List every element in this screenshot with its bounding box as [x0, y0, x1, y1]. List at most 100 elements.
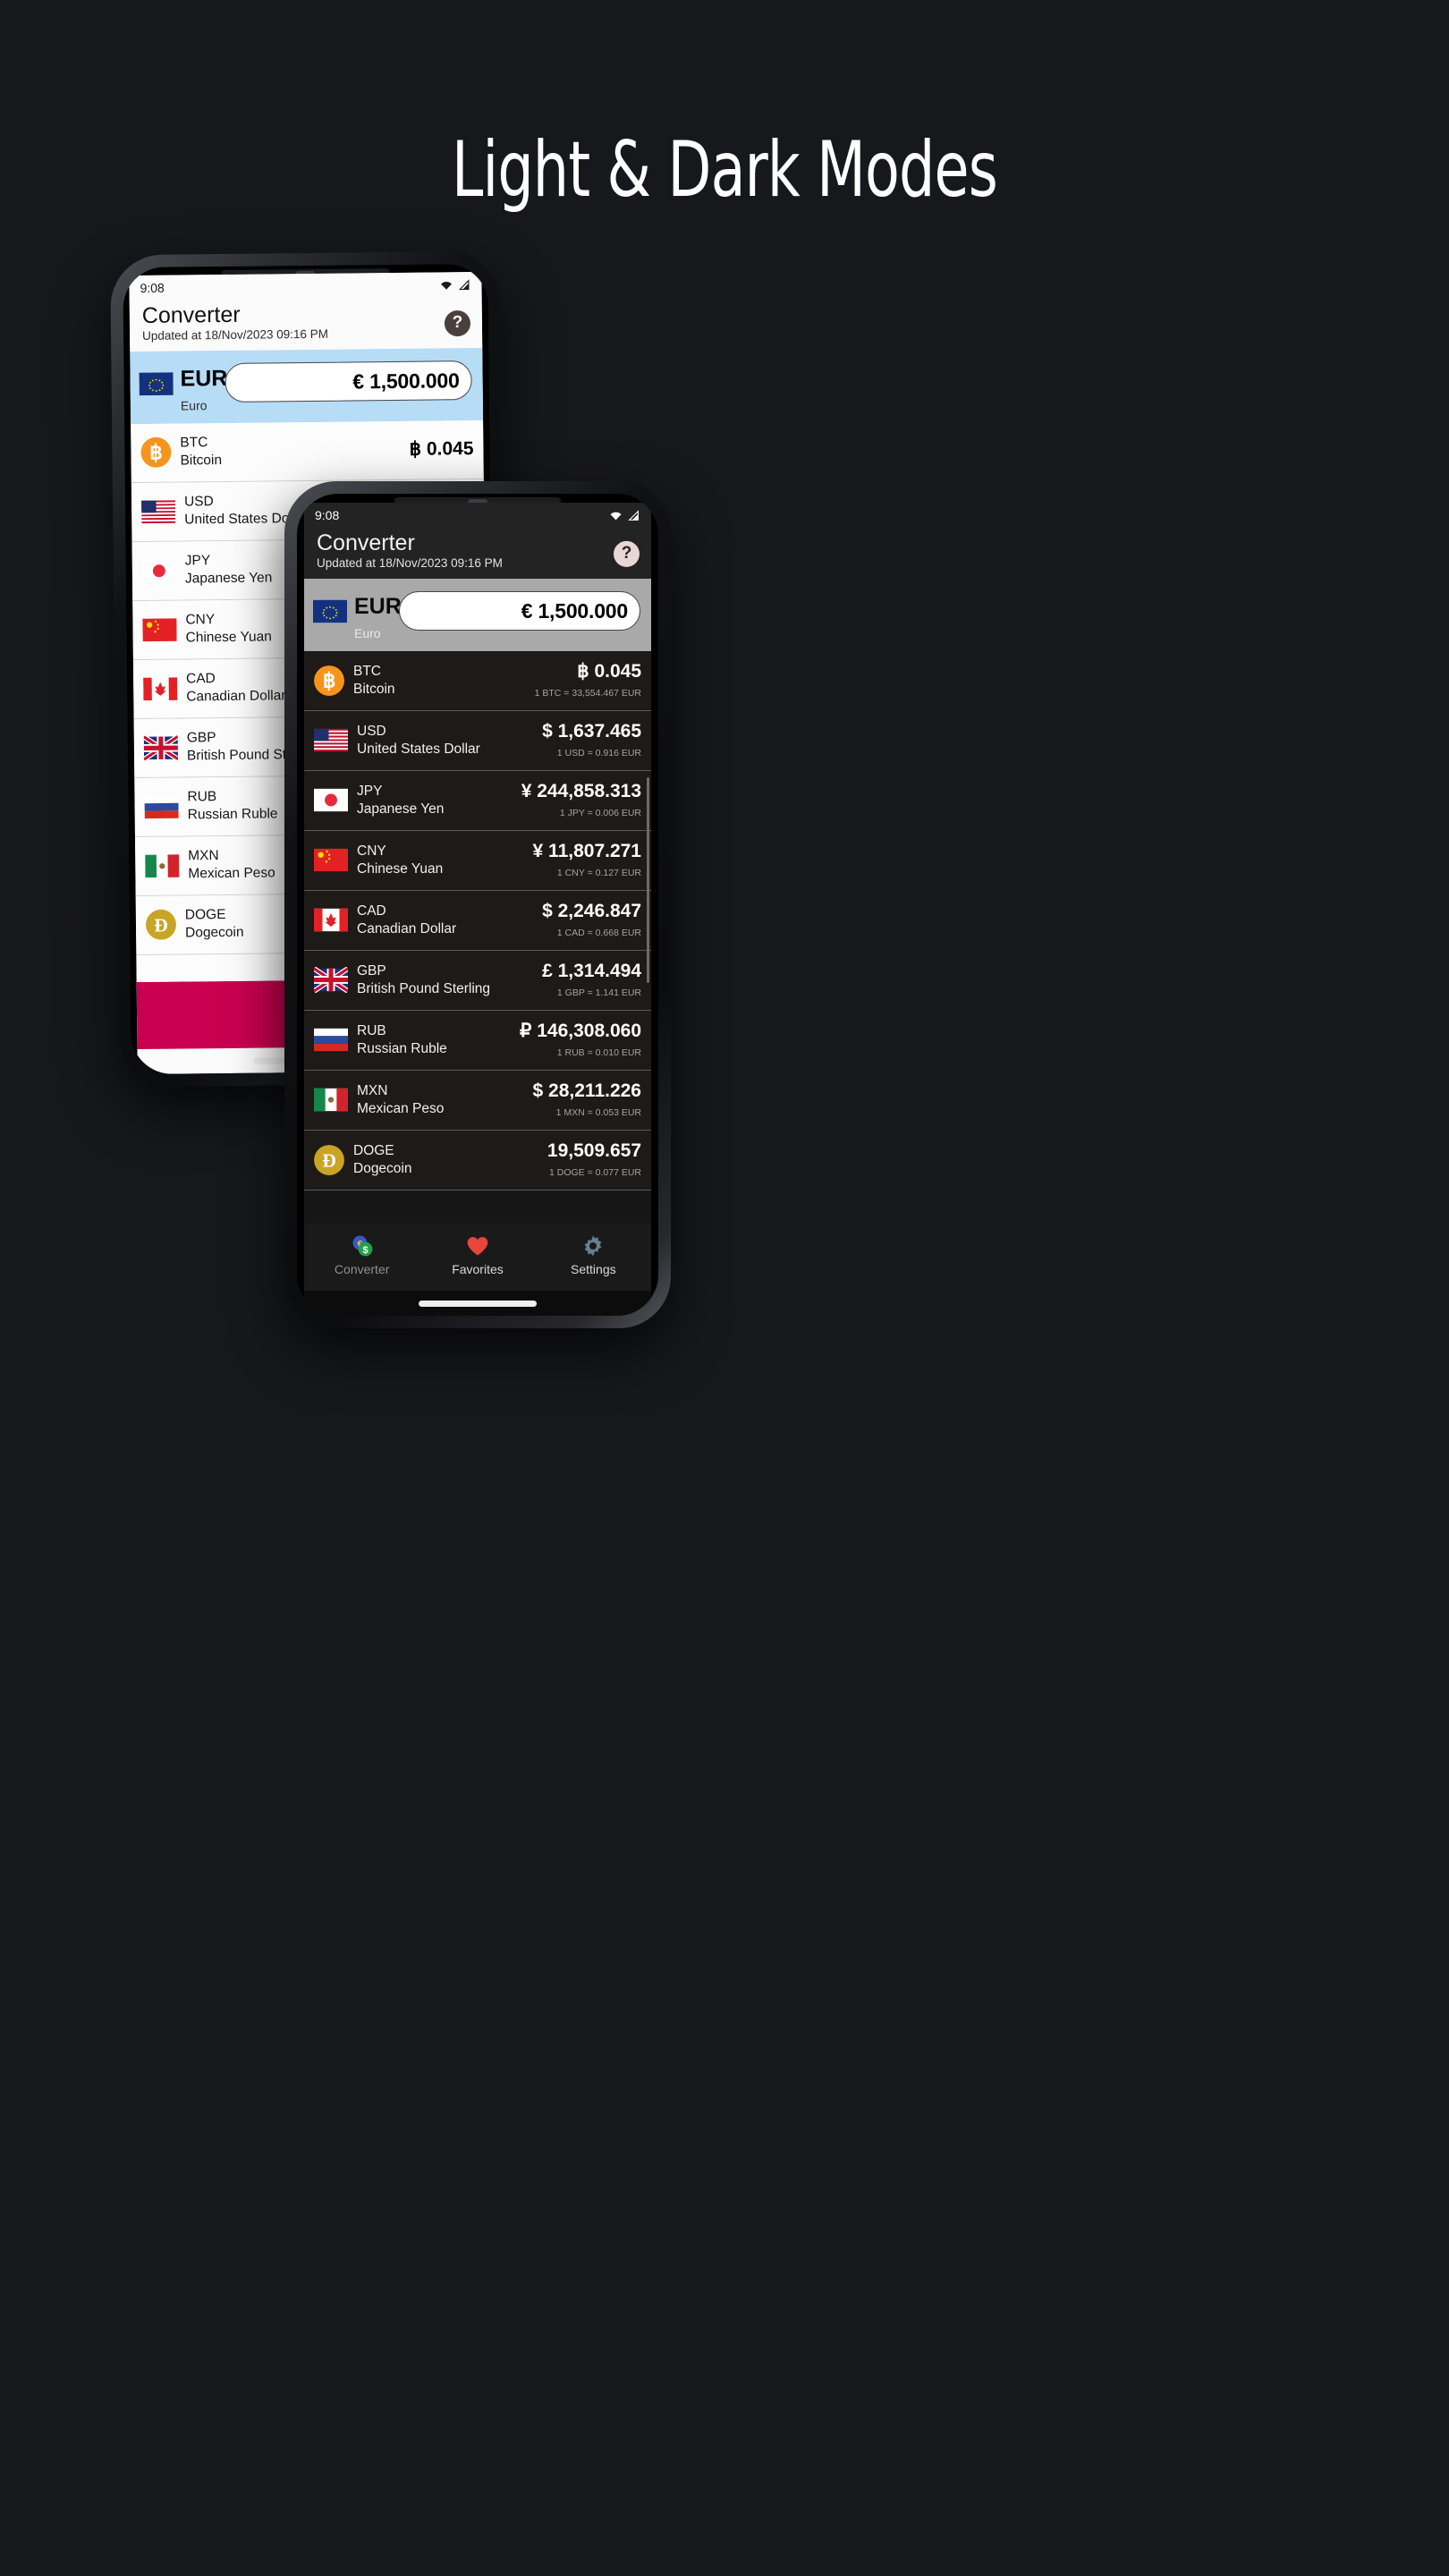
home-indicator[interactable]: [419, 1301, 537, 1307]
scrollbar-thumb[interactable]: [647, 776, 649, 984]
gear-icon: [585, 1235, 602, 1257]
currency-name: Chinese Yuan: [357, 860, 444, 877]
help-button[interactable]: ?: [614, 540, 640, 567]
currency-name: Japanese Yen: [357, 801, 445, 817]
converted-amount: $ 28,211.226: [532, 1080, 641, 1101]
status-icon-group: [439, 278, 470, 291]
currency-values: ฿ 0.045: [404, 437, 474, 462]
currency-row-btc[interactable]: ฿ BTC Bitcoin ฿ 0.045 1 BTC = 33,554.467 EUR: [304, 650, 651, 711]
ru-flag: [314, 1029, 348, 1052]
help-button[interactable]: ?: [444, 309, 471, 336]
app-title: Converter: [317, 530, 415, 555]
base-currency-code: EUR: [180, 366, 228, 392]
currency-row-cny[interactable]: CNY Chinese Yuan ¥ 11,807.271 1 CNY = 0.127…: [304, 830, 651, 891]
currency-values: ฿ 0.045 1 BTC = 33,554.467 EUR: [530, 660, 641, 701]
cellular-signal-icon: [628, 509, 639, 521]
phone-mockup-dark: 9:08 Converter Updated at 18/Nov/2023 09…: [284, 481, 671, 1328]
currency-labels: CAD Canadian Dollar: [357, 902, 537, 938]
screen-dark: 9:08 Converter Updated at 18/Nov/2023 09…: [304, 503, 651, 1316]
currency-labels: BTC Bitcoin: [353, 663, 530, 699]
currency-labels: CNY Chinese Yuan: [357, 843, 528, 878]
eu-flag: [139, 372, 174, 396]
currency-row-cad[interactable]: CAD Canadian Dollar $ 2,246.847 1 CAD = 0.6…: [304, 890, 651, 951]
converted-amount: £ 1,314.494: [542, 960, 641, 981]
currency-code: CAD: [357, 902, 386, 919]
amount-input[interactable]: € 1,500.000: [399, 591, 640, 631]
currency-code: JPY: [357, 783, 383, 799]
currency-list-dark[interactable]: ฿ BTC Bitcoin ฿ 0.045 1 BTC = 33,554.467 EUR…: [304, 650, 651, 1224]
gb-flag: [143, 734, 179, 761]
currency-row-doge[interactable]: Đ DOGE Dogecoin 19,509.657 1 DOGE = 0.077 EU…: [304, 1130, 651, 1191]
currency-row-btc[interactable]: ฿ BTC Bitcoin ฿ 0.045: [131, 419, 484, 484]
base-currency-row[interactable]: EUR Euro € 1,500.000: [130, 348, 484, 425]
currency-labels: RUB Russian Ruble: [357, 1022, 514, 1058]
currency-code: BTC: [180, 435, 208, 451]
exchange-rate: 1 BTC = 33,554.467 EUR: [534, 688, 641, 699]
gb-flag: [314, 967, 348, 994]
base-currency-name: Euro: [180, 398, 208, 413]
currency-labels: JPY Japanese Yen: [357, 783, 516, 818]
status-time: 9:08: [315, 508, 340, 522]
doge-coin: Đ: [145, 910, 176, 941]
exchange-rate: 1 DOGE = 0.077 EUR: [548, 1167, 641, 1179]
heart-icon: [467, 1237, 488, 1256]
currency-values: £ 1,314.494 1 GBP = 1.141 EUR: [537, 960, 641, 1001]
currency-row-gbp[interactable]: GBP British Pound Sterling £ 1,314.494 1 GB…: [304, 950, 651, 1011]
currency-values: 19,509.657 1 DOGE = 0.077 EUR: [542, 1140, 641, 1181]
us-flag: [141, 500, 176, 524]
exchange-rate: 1 RUB = 0.010 EUR: [556, 1047, 641, 1059]
app-bar: Converter Updated at 18/Nov/2023 09:16 P…: [129, 292, 483, 352]
currency-code: BTC: [353, 663, 381, 679]
currency-code: MXN: [357, 1082, 388, 1098]
currency-row-jpy[interactable]: JPY Japanese Yen ¥ 244,858.313 1 JPY = 0.00…: [304, 770, 651, 831]
converted-amount: ₽ 146,308.060: [520, 1020, 641, 1041]
list-scrollbar[interactable]: [647, 651, 650, 1224]
currency-values: ¥ 244,858.313 1 JPY = 0.006 EUR: [516, 780, 641, 821]
last-updated-label: Updated at 18/Nov/2023 09:16 PM: [142, 326, 329, 343]
base-currency-row[interactable]: EUR Euro € 1,500.000: [304, 579, 651, 651]
nav-item-settings[interactable]: Settings: [536, 1233, 650, 1276]
nav-item-favorites[interactable]: Favorites: [420, 1233, 535, 1276]
nav-label: Favorites: [452, 1262, 504, 1276]
svg-text:Đ: Đ: [154, 915, 168, 936]
currency-code: CNY: [357, 843, 386, 859]
currency-labels: GBP British Pound Sterling: [357, 962, 537, 998]
currency-code: USD: [357, 723, 386, 739]
exchange-rate: 1 GBP = 1.141 EUR: [556, 987, 641, 999]
currency-labels: BTC Bitcoin: [180, 432, 404, 470]
poster-stage: Light & Dark Modes 9:08 Converter Update…: [0, 0, 1449, 2576]
converted-amount: $ 2,246.847: [542, 900, 641, 921]
btc-coin: ฿: [314, 665, 344, 696]
jp-flag: [141, 559, 176, 583]
exchange-rate: 1 JPY = 0.006 EUR: [559, 808, 641, 819]
exchange-rate: 1 USD = 0.916 EUR: [556, 748, 641, 759]
nav-label: Settings: [571, 1262, 616, 1276]
currency-code: RUB: [357, 1022, 386, 1038]
ca-flag: [143, 677, 178, 701]
amount-input[interactable]: € 1,500.000: [225, 360, 472, 403]
currency-name: Bitcoin: [180, 453, 223, 469]
converted-amount: ¥ 244,858.313: [521, 780, 641, 801]
nav-item-converter[interactable]: €$ Converter: [305, 1233, 419, 1276]
svg-text:฿: ฿: [323, 670, 336, 692]
currency-labels: MXN Mexican Peso: [357, 1082, 528, 1118]
currency-code: GBP: [357, 962, 386, 979]
currency-name: Mexican Peso: [357, 1100, 445, 1116]
currency-coins-icon: €$: [352, 1235, 373, 1257]
ru-flag: [144, 795, 179, 819]
currency-row-mxn[interactable]: MXN Mexican Peso $ 28,211.226 1 MXN = 0.053…: [304, 1070, 651, 1131]
base-currency-labels: EUR Euro: [180, 360, 227, 412]
wifi-icon: [610, 512, 622, 520]
currency-name: Canadian Dollar: [357, 920, 457, 936]
doge-coin: Đ: [314, 1144, 344, 1175]
nav-label: Converter: [334, 1262, 390, 1276]
currency-row-usd[interactable]: USD United States Dollar $ 1,637.465 1 USD …: [304, 710, 651, 771]
currency-row-rub[interactable]: RUB Russian Ruble ₽ 146,308.060 1 RUB = 0.0…: [304, 1010, 651, 1071]
svg-text:$: $: [362, 1245, 369, 1256]
currency-values: $ 28,211.226 1 MXN = 0.053 EUR: [528, 1080, 641, 1121]
currency-name: United States Dollar: [357, 741, 480, 757]
currency-code: DOGE: [353, 1142, 394, 1158]
base-currency-code: EUR: [354, 594, 402, 620]
converted-amount: $ 1,637.465: [542, 720, 641, 741]
status-time: 9:08: [140, 280, 165, 295]
